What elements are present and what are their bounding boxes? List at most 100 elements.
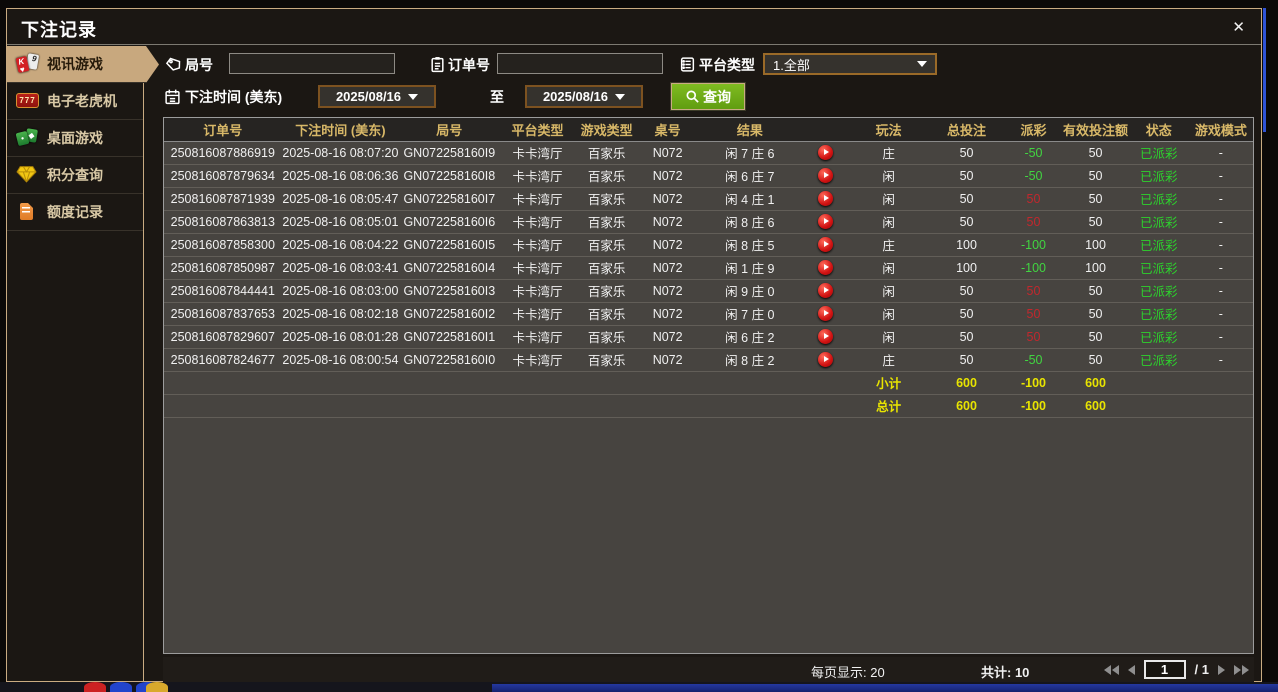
col-result: 结果 <box>697 118 803 142</box>
cell-play-method: 闲 <box>848 210 929 234</box>
table-row: 250816087844441 2025-08-16 08:03:00 GN07… <box>164 279 1253 303</box>
query-button[interactable]: 查询 <box>670 82 746 111</box>
close-icon[interactable]: ✕ <box>1232 18 1245 36</box>
round-no-input[interactable] <box>229 53 395 74</box>
cell-play-method: 庄 <box>848 348 929 372</box>
page-title: 下注记录 <box>21 20 97 40</box>
date-to-value: 2025/08/16 <box>542 89 609 104</box>
replay-video-icon[interactable] <box>818 191 834 207</box>
cell-bet-time: 2025-08-16 08:05:01 <box>281 210 400 234</box>
date-from-picker[interactable]: 2025/08/16 <box>318 85 436 108</box>
subtotal-total-bet: 600 <box>928 371 1005 395</box>
cell-play-method: 闲 <box>848 256 929 280</box>
cell-platform: 卡卡湾厅 <box>499 141 576 165</box>
cell-status: 已派彩 <box>1128 302 1189 326</box>
background-taskbar <box>0 682 1278 692</box>
cell-platform: 卡卡湾厅 <box>499 302 576 326</box>
order-no-input[interactable] <box>497 53 663 74</box>
cell-round-no: GN072258160I5 <box>399 233 500 257</box>
cell-result: 闲 7 庄 0 <box>697 302 803 326</box>
sidebar-item-quota[interactable]: 额度记录 <box>7 194 143 231</box>
col-bet-time: 下注时间 (美东) <box>281 118 400 142</box>
cell-play-method: 闲 <box>848 279 929 303</box>
cell-bet-time: 2025-08-16 08:05:47 <box>281 187 400 211</box>
sidebar-item-label: 桌面游戏 <box>47 130 103 146</box>
cell-valid-bet: 50 <box>1062 210 1129 234</box>
cell-table-no: N072 <box>637 256 698 280</box>
cell-total-bet: 50 <box>928 164 1005 188</box>
replay-video-icon[interactable] <box>818 306 834 322</box>
cell-status: 已派彩 <box>1128 141 1189 165</box>
cell-order-no: 250816087871939 <box>164 187 282 211</box>
records-table: 订单号 下注时间 (美东) 局号 平台类型 游戏类型 桌号 结果 玩法 总投注 … <box>163 117 1254 654</box>
cell-total-bet: 50 <box>928 187 1005 211</box>
cell-order-no: 250816087850987 <box>164 256 282 280</box>
replay-video-icon[interactable] <box>818 352 834 368</box>
sidebar-item-slots[interactable]: 777 电子老虎机 <box>7 83 143 120</box>
cell-replay <box>802 302 849 326</box>
table-row: 250816087824677 2025-08-16 08:00:54 GN07… <box>164 348 1253 372</box>
date-to-picker[interactable]: 2025/08/16 <box>525 85 643 108</box>
cell-payout: 50 <box>1004 302 1063 326</box>
cell-play-method: 庄 <box>848 233 929 257</box>
cell-game-type: 百家乐 <box>575 279 638 303</box>
replay-video-icon[interactable] <box>818 329 834 345</box>
page-number-input[interactable]: 1 <box>1143 660 1186 679</box>
cell-replay <box>802 164 849 188</box>
cell-status: 已派彩 <box>1128 164 1189 188</box>
cell-replay <box>802 348 849 372</box>
sidebar-item-points[interactable]: 积分查询 <box>7 157 143 194</box>
cell-round-no: GN072258160I3 <box>399 279 500 303</box>
cell-order-no: 250816087837653 <box>164 302 282 326</box>
cell-result: 闲 6 庄 7 <box>697 164 803 188</box>
cell-game-mode: - <box>1188 233 1253 257</box>
cell-order-no: 250816087844441 <box>164 279 282 303</box>
next-page-icon[interactable] <box>1218 664 1225 675</box>
table-row: 250816087837653 2025-08-16 08:02:18 GN07… <box>164 302 1253 326</box>
cell-payout: -100 <box>1004 256 1063 280</box>
sidebar-item-live-games[interactable]: 9 K ♥ 视讯游戏 <box>7 46 159 83</box>
col-payout: 派彩 <box>1004 118 1063 142</box>
cell-valid-bet: 100 <box>1062 233 1129 257</box>
platform-type-select[interactable]: 1.全部 <box>763 53 937 75</box>
prev-page-icon[interactable] <box>1127 664 1135 675</box>
sidebar-item-table-games[interactable]: ◆ • 桌面游戏 <box>7 120 143 157</box>
bet-time-label: 下注时间 (美东) <box>185 89 283 105</box>
cell-game-mode: - <box>1188 164 1253 188</box>
replay-video-icon[interactable] <box>818 283 834 299</box>
cell-platform: 卡卡湾厅 <box>499 210 576 234</box>
cell-valid-bet: 50 <box>1062 187 1129 211</box>
cell-order-no: 250816087879634 <box>164 164 282 188</box>
cell-play-method: 闲 <box>848 302 929 326</box>
cell-platform: 卡卡湾厅 <box>499 164 576 188</box>
replay-video-icon[interactable] <box>818 168 834 184</box>
table-row: 250816087886919 2025-08-16 08:07:20 GN07… <box>164 141 1253 165</box>
cell-total-bet: 100 <box>928 233 1005 257</box>
platform-type-value: 1.全部 <box>773 57 810 73</box>
col-replay <box>802 118 849 142</box>
col-table-no: 桌号 <box>637 118 698 142</box>
background-blue-chip <box>110 682 132 692</box>
betting-records-dialog: 下注记录 ✕ 9 K ♥ 视讯游戏 777 电子老虎机 ◆ • 桌面游戏 积分查询 额… <box>6 8 1262 682</box>
replay-video-icon[interactable] <box>818 145 834 161</box>
cell-table-no: N072 <box>637 210 698 234</box>
cell-game-mode: - <box>1188 141 1253 165</box>
sidebar: 9 K ♥ 视讯游戏 777 电子老虎机 ◆ • 桌面游戏 积分查询 额度记录 <box>7 46 144 681</box>
cell-status: 已派彩 <box>1128 325 1189 349</box>
cell-order-no: 250816087824677 <box>164 348 282 372</box>
replay-video-icon[interactable] <box>818 237 834 253</box>
cell-status: 已派彩 <box>1128 348 1189 372</box>
replay-video-icon[interactable] <box>818 260 834 276</box>
replay-video-icon[interactable] <box>818 214 834 230</box>
cell-total-bet: 50 <box>928 141 1005 165</box>
first-page-icon[interactable] <box>1103 664 1119 675</box>
cell-game-type: 百家乐 <box>575 302 638 326</box>
cell-status: 已派彩 <box>1128 256 1189 280</box>
grand-total-row: 总计 600 -100 600 <box>164 394 1253 418</box>
cell-valid-bet: 100 <box>1062 256 1129 280</box>
cell-valid-bet: 50 <box>1062 141 1129 165</box>
col-order-no: 订单号 <box>164 118 282 142</box>
cell-game-type: 百家乐 <box>575 348 638 372</box>
last-page-icon[interactable] <box>1234 664 1249 675</box>
cell-game-mode: - <box>1188 325 1253 349</box>
